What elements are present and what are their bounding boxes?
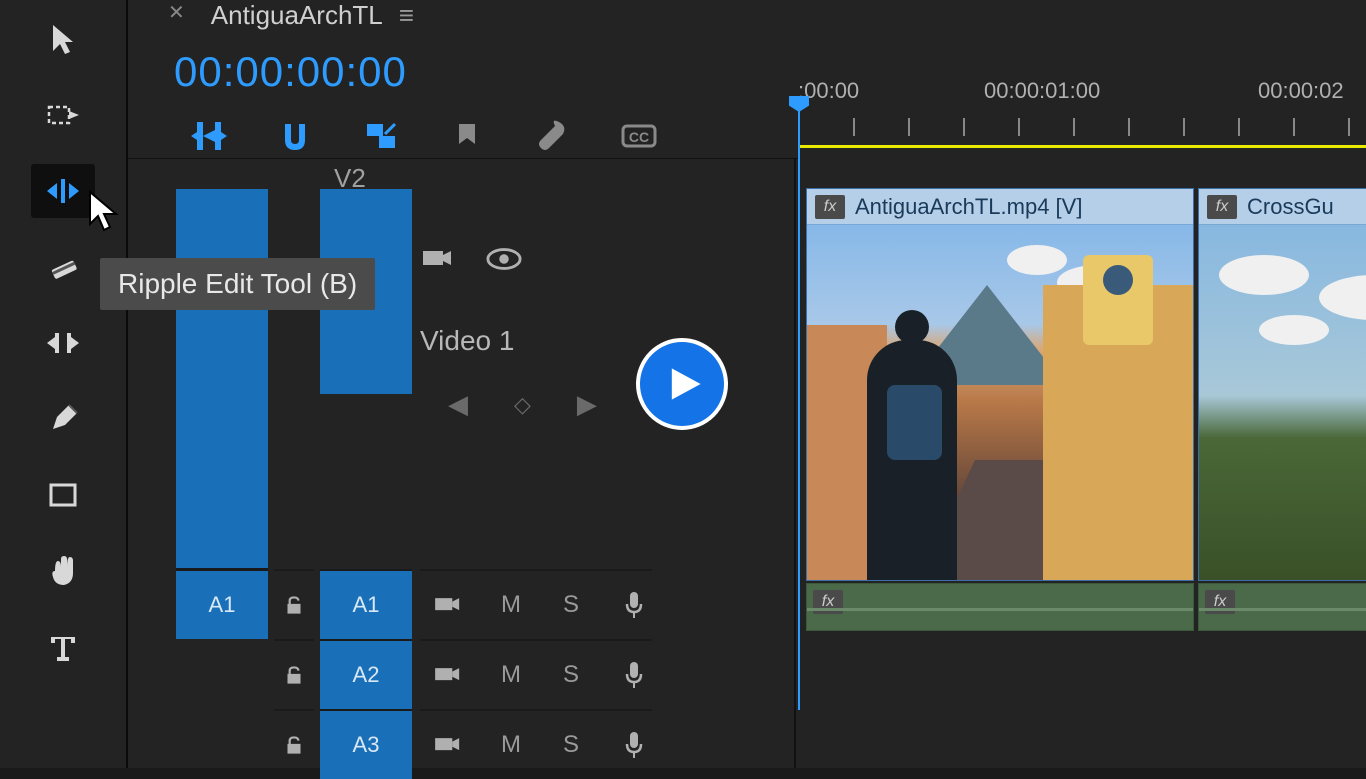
fx-badge-icon[interactable]: fx: [1207, 195, 1237, 219]
sequence-header: ✕ AntiguaArchTL ≡: [128, 0, 1366, 32]
clip-2-name: CrossGu: [1247, 194, 1334, 220]
linked-selection-icon[interactable]: [360, 115, 402, 157]
a1-solo-button[interactable]: S: [556, 591, 586, 619]
target-a3[interactable]: A3: [320, 709, 412, 779]
sequence-menu-icon[interactable]: ≡: [399, 0, 414, 31]
playhead[interactable]: [798, 110, 800, 710]
marker-icon[interactable]: [446, 115, 488, 157]
clip-1-name: AntiguaArchTL.mp4 [V]: [855, 194, 1082, 220]
sequence-name[interactable]: AntiguaArchTL: [211, 0, 383, 31]
razor-tool[interactable]: [31, 240, 95, 294]
captions-icon[interactable]: CC: [618, 115, 660, 157]
wrench-icon[interactable]: [532, 115, 574, 157]
lock-a1-icon[interactable]: [274, 569, 314, 639]
add-keyframe-icon[interactable]: ◇: [514, 392, 531, 418]
lock-a3-icon[interactable]: [274, 709, 314, 779]
tool-panel: [0, 0, 128, 768]
a3-sync-lock-icon[interactable]: [430, 727, 466, 763]
prev-keyframe-icon[interactable]: ◀: [448, 389, 468, 420]
video1-track-label: Video 1: [420, 325, 597, 357]
toggle-track-output-icon[interactable]: [486, 241, 522, 277]
audio-track-a3-header: M S: [420, 709, 652, 779]
source-patch-v1[interactable]: [176, 189, 268, 569]
time-ruler[interactable]: :00:00 00:00:01:00 00:00:02: [798, 78, 1366, 158]
pen-tool[interactable]: [31, 392, 95, 446]
audio-track-a1-header: M S: [420, 569, 652, 639]
video-clip-1[interactable]: fx AntiguaArchTL.mp4 [V]: [806, 188, 1194, 581]
a1-mute-button[interactable]: M: [496, 591, 526, 619]
a3-solo-button[interactable]: S: [556, 731, 586, 759]
rectangle-tool[interactable]: [31, 468, 95, 522]
a1-voiceover-icon[interactable]: [616, 587, 652, 623]
lock-a2-icon[interactable]: [274, 639, 314, 709]
video-play-overlay-button[interactable]: [636, 338, 728, 430]
a2-mute-button[interactable]: M: [496, 661, 526, 689]
clip-1-thumbnail: [807, 225, 1193, 580]
track-select-tool[interactable]: [31, 88, 95, 142]
audio-clip-1[interactable]: fx: [806, 583, 1194, 631]
a2-voiceover-icon[interactable]: [616, 657, 652, 693]
cursor-icon: [86, 190, 126, 236]
type-tool[interactable]: [31, 620, 95, 674]
a2-sync-lock-icon[interactable]: [430, 657, 466, 693]
video-clip-2[interactable]: fx CrossGu: [1198, 188, 1366, 581]
a3-mute-button[interactable]: M: [496, 731, 526, 759]
close-sequence-icon[interactable]: ✕: [168, 0, 185, 25]
target-a1[interactable]: A1: [320, 569, 412, 639]
source-patch-a1[interactable]: A1: [176, 569, 268, 639]
track-clip-divider: [794, 158, 796, 768]
a3-voiceover-icon[interactable]: [616, 727, 652, 763]
track-header-area: V2 A1 A1 A2 A3 Video 1 ◀ ◇: [128, 158, 798, 768]
target-a2[interactable]: A2: [320, 639, 412, 709]
fx-badge-icon[interactable]: fx: [815, 195, 845, 219]
a1-sync-lock-icon[interactable]: [430, 587, 466, 623]
source-patch-column: A1: [176, 189, 268, 639]
slip-tool[interactable]: [31, 316, 95, 370]
a2-solo-button[interactable]: S: [556, 661, 586, 689]
snap-icon[interactable]: [274, 115, 316, 157]
timeline-panel: ✕ AntiguaArchTL ≡ 00:00:00:00 CC V2 A1: [128, 0, 1366, 768]
ruler-label-1: 00:00:01:00: [984, 78, 1100, 104]
svg-text:CC: CC: [629, 129, 649, 145]
next-keyframe-icon[interactable]: ▶: [577, 389, 597, 420]
audio-clip-2[interactable]: fx: [1198, 583, 1366, 631]
hand-tool[interactable]: [31, 544, 95, 598]
sync-lock-icon[interactable]: [420, 241, 456, 277]
keyframe-nav: ◀ ◇ ▶: [448, 389, 597, 420]
tool-tooltip: Ripple Edit Tool (B): [100, 258, 375, 310]
ruler-label-2: 00:00:02: [1258, 78, 1344, 104]
audio-track-a2-header: M S: [420, 639, 652, 709]
insert-overwrite-icon[interactable]: [188, 115, 230, 157]
clip-2-thumbnail: [1199, 225, 1366, 580]
selection-tool[interactable]: [31, 12, 95, 66]
